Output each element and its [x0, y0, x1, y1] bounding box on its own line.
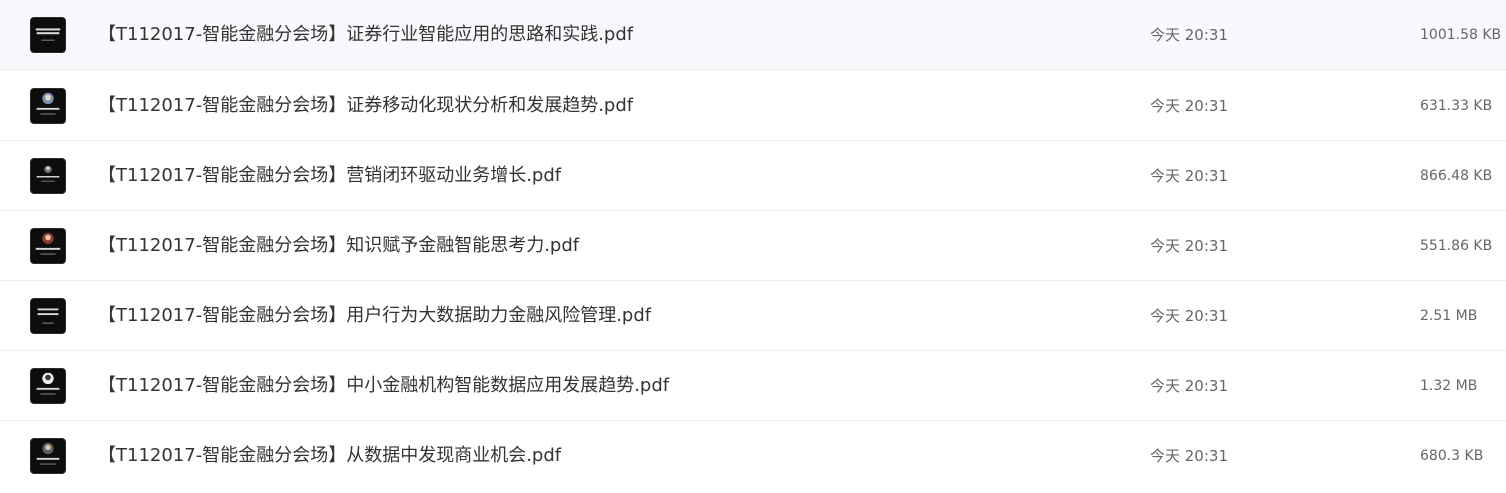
file-row[interactable]: 【T112017-智能金融分会场】证券行业智能应用的思路和实践.pdf 今天 2… — [0, 0, 1506, 70]
file-name[interactable]: 【T112017-智能金融分会场】知识赋予金融智能思考力.pdf — [98, 211, 579, 281]
pdf-thumbnail-icon[interactable] — [30, 368, 66, 404]
file-row[interactable]: 【T112017-智能金融分会场】知识赋予金融智能思考力.pdf 今天 20:3… — [0, 211, 1506, 281]
file-name[interactable]: 【T112017-智能金融分会场】证券行业智能应用的思路和实践.pdf — [98, 0, 633, 70]
file-date: 今天 20:31 — [1150, 237, 1228, 255]
file-date: 今天 20:31 — [1150, 447, 1228, 465]
file-date: 今天 20:31 — [1150, 167, 1228, 185]
pdf-thumbnail-icon[interactable] — [30, 438, 66, 474]
file-size: 1.32 MB — [1420, 378, 1478, 394]
file-name[interactable]: 【T112017-智能金融分会场】证券移动化现状分析和发展趋势.pdf — [98, 71, 633, 141]
file-name[interactable]: 【T112017-智能金融分会场】营销闭环驱动业务增长.pdf — [98, 141, 561, 211]
file-date: 今天 20:31 — [1150, 307, 1228, 325]
pdf-thumbnail-icon[interactable] — [30, 158, 66, 194]
file-size: 1001.58 KB — [1420, 27, 1502, 43]
file-name[interactable]: 【T112017-智能金融分会场】从数据中发现商业机会.pdf — [98, 421, 561, 491]
file-row[interactable]: 【T112017-智能金融分会场】中小金融机构智能数据应用发展趋势.pdf 今天… — [0, 351, 1506, 421]
file-size: 2.51 MB — [1420, 308, 1478, 324]
file-date: 今天 20:31 — [1150, 26, 1228, 44]
pdf-thumbnail-icon[interactable] — [30, 88, 66, 124]
file-size: 680.3 KB — [1420, 448, 1484, 464]
file-date: 今天 20:31 — [1150, 97, 1228, 115]
file-size: 631.33 KB — [1420, 98, 1493, 114]
file-name[interactable]: 【T112017-智能金融分会场】中小金融机构智能数据应用发展趋势.pdf — [98, 351, 669, 421]
file-name[interactable]: 【T112017-智能金融分会场】用户行为大数据助力金融风险管理.pdf — [98, 281, 651, 351]
file-row[interactable]: 【T112017-智能金融分会场】证券移动化现状分析和发展趋势.pdf 今天 2… — [0, 71, 1506, 141]
file-size: 866.48 KB — [1420, 168, 1493, 184]
pdf-thumbnail-icon[interactable] — [30, 17, 66, 53]
pdf-thumbnail-icon[interactable] — [30, 298, 66, 334]
file-date: 今天 20:31 — [1150, 377, 1228, 395]
file-row[interactable]: 【T112017-智能金融分会场】营销闭环驱动业务增长.pdf 今天 20:31… — [0, 141, 1506, 211]
file-row[interactable]: 【T112017-智能金融分会场】从数据中发现商业机会.pdf 今天 20:31… — [0, 421, 1506, 491]
file-row[interactable]: 【T112017-智能金融分会场】用户行为大数据助力金融风险管理.pdf 今天 … — [0, 281, 1506, 351]
file-size: 551.86 KB — [1420, 238, 1493, 254]
file-list: 【T112017-智能金融分会场】证券行业智能应用的思路和实践.pdf 今天 2… — [0, 0, 1506, 493]
pdf-thumbnail-icon[interactable] — [30, 228, 66, 264]
